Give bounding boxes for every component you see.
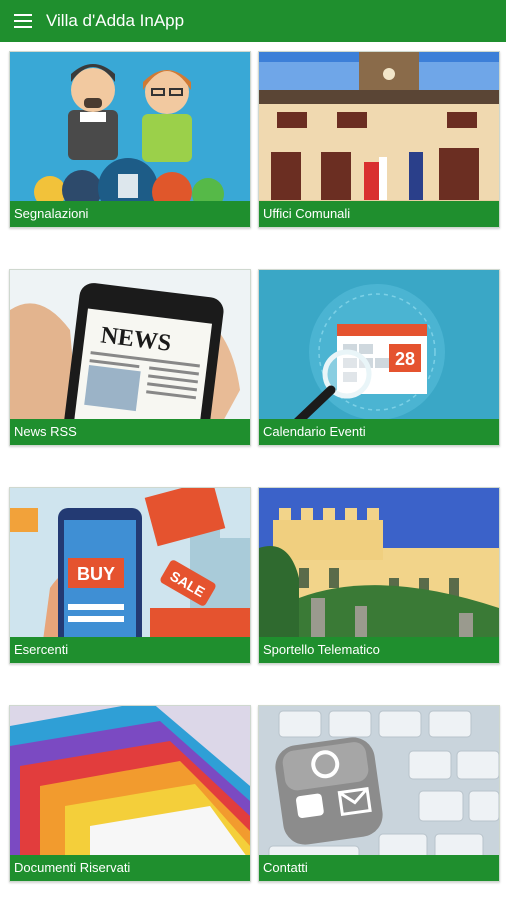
tile-label: Documenti Riservati (10, 855, 250, 881)
tile-documenti-riservati[interactable]: Documenti Riservati (9, 705, 251, 882)
tile-contatti[interactable]: Contatti (258, 705, 500, 882)
tile-label: News RSS (10, 419, 250, 445)
tile-calendario-eventi[interactable]: 28 Calendario Eventi (258, 269, 500, 446)
tile-label: Esercenti (10, 637, 250, 663)
tile-label: Sportello Telematico (259, 637, 499, 663)
tile-grid: Segnalazioni Uffici Comunali NEWS News R… (0, 42, 506, 900)
buy-text: BUY (77, 564, 115, 584)
tile-label: Uffici Comunali (259, 201, 499, 227)
tile-news-rss[interactable]: NEWS News RSS (9, 269, 251, 446)
app-bar: Villa d'Adda InApp (0, 0, 506, 42)
calendar-day: 28 (395, 349, 415, 369)
tile-label: Calendario Eventi (259, 419, 499, 445)
tile-esercenti[interactable]: BUY SALE Esercenti (9, 487, 251, 664)
tile-sportello-telematico[interactable]: Sportello Telematico (258, 487, 500, 664)
app-title: Villa d'Adda InApp (46, 11, 185, 30)
tile-label: Contatti (259, 855, 499, 881)
menu-icon[interactable] (12, 10, 34, 32)
tile-label: Segnalazioni (10, 201, 250, 227)
tile-segnalazioni[interactable]: Segnalazioni (9, 51, 251, 228)
tile-uffici-comunali[interactable]: Uffici Comunali (258, 51, 500, 228)
